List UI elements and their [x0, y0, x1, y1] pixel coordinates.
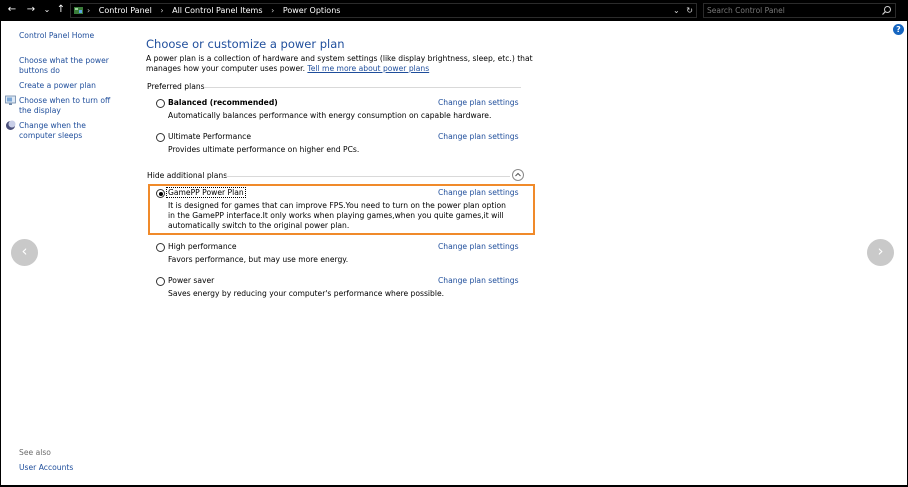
plan-name-high-performance[interactable]: High performance [168, 242, 237, 251]
plan-name-ultimate[interactable]: Ultimate Performance [168, 132, 251, 141]
learn-more-link[interactable]: Tell me more about power plans [307, 64, 429, 73]
breadcrumb-separator: › [160, 6, 164, 15]
breadcrumb-separator: › [271, 6, 275, 15]
plan-name-power-saver[interactable]: Power saver [168, 276, 214, 285]
plan-radio-gamepp[interactable] [156, 189, 165, 198]
hide-additional-plans-heading: Hide additional plans [147, 171, 228, 180]
change-plan-settings-link[interactable]: Change plan settings [438, 98, 519, 107]
sidebar-item-create-plan[interactable]: Create a power plan [19, 81, 96, 91]
plan-radio-ultimate[interactable] [156, 133, 165, 142]
chevron-up-icon [515, 172, 521, 177]
breadcrumb: › Control Panel › All Control Panel Item… [87, 4, 340, 17]
sidebar-item-turn-off-display[interactable]: Choose when to turn off the display [19, 96, 122, 116]
plan-name-balanced[interactable]: Balanced (recommended) [168, 98, 278, 107]
back-button[interactable]: ← [6, 4, 18, 16]
display-icon [5, 95, 16, 105]
plan-name-gamepp[interactable]: GamePP Power Plan [166, 187, 246, 198]
search-box [703, 3, 896, 18]
plan-desc-gamepp: It is designed for games that can improv… [168, 201, 506, 230]
see-also-heading: See also [19, 448, 51, 457]
address-controls: ⌄ ↻ [673, 4, 693, 17]
breadcrumb-control-panel[interactable]: Control Panel [99, 4, 152, 17]
search-icon[interactable] [881, 5, 892, 16]
group-divider [226, 176, 510, 177]
up-button[interactable]: ↑ [55, 4, 67, 16]
help-icon[interactable]: ? [893, 24, 904, 35]
plan-desc-balanced: Automatically balances performance with … [168, 111, 492, 120]
plan-desc-high-performance: Favors performance, but may use more ene… [168, 255, 349, 264]
breadcrumb-separator: › [87, 6, 91, 15]
user-accounts-link[interactable]: User Accounts [19, 463, 73, 473]
collapse-plans-button[interactable] [512, 169, 524, 181]
plan-desc-ultimate: Provides ultimate performance on higher … [168, 145, 360, 154]
change-plan-settings-link[interactable]: Change plan settings [438, 276, 519, 285]
control-panel-home-link[interactable]: Control Panel Home [19, 31, 94, 41]
next-arrow-button[interactable]: › [867, 239, 894, 266]
sidebar-item-power-buttons[interactable]: Choose what the power buttons do [19, 56, 119, 76]
intro-text: A power plan is a collection of hardware… [146, 54, 536, 74]
breadcrumb-power-options[interactable]: Power Options [283, 4, 341, 17]
group-divider [204, 87, 521, 88]
address-dropdown-button[interactable]: ⌄ [673, 6, 680, 15]
refresh-button[interactable]: ↻ [686, 6, 693, 15]
change-plan-settings-link[interactable]: Change plan settings [438, 132, 519, 141]
plan-radio-power-saver[interactable] [156, 277, 165, 286]
moon-icon [6, 120, 16, 130]
sidebar-item-computer-sleeps[interactable]: Change when the computer sleeps [19, 121, 122, 141]
page-title: Choose or customize a power plan [146, 37, 345, 51]
plan-radio-high-performance[interactable] [156, 243, 165, 252]
search-input[interactable] [707, 5, 877, 16]
control-panel-icon [74, 7, 83, 14]
breadcrumb-all-items[interactable]: All Control Panel Items [172, 4, 262, 17]
change-plan-settings-link[interactable]: Change plan settings [438, 242, 519, 251]
power-options-window: ? Control Panel Home Choose what the pow… [1, 21, 907, 485]
address-toolbar: ← → ⌄ ↑ › Control Panel › All Control Pa… [0, 0, 908, 21]
previous-arrow-button[interactable]: ‹ [11, 239, 38, 266]
plan-radio-balanced[interactable] [156, 99, 165, 108]
recent-locations-button[interactable]: ⌄ [41, 4, 53, 16]
preferred-plans-heading: Preferred plans [147, 82, 205, 91]
change-plan-settings-link[interactable]: Change plan settings [438, 188, 519, 197]
forward-button[interactable]: → [25, 4, 37, 16]
address-bar[interactable]: › Control Panel › All Control Panel Item… [70, 3, 697, 18]
plan-desc-power-saver: Saves energy by reducing your computer's… [168, 289, 445, 298]
